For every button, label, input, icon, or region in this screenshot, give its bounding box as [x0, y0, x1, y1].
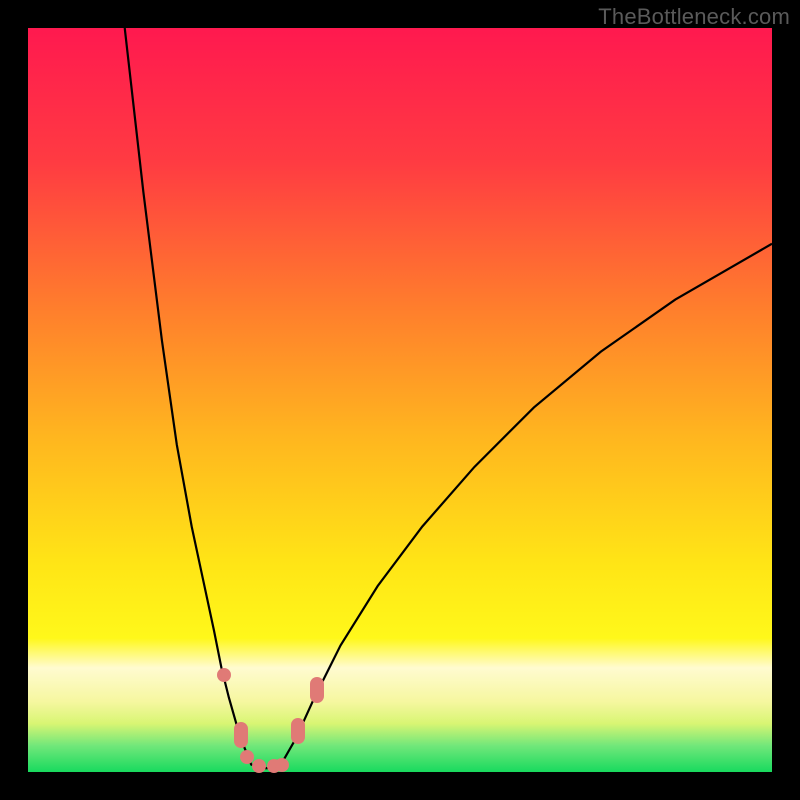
plot-area	[28, 28, 772, 772]
data-marker	[310, 677, 324, 703]
data-marker	[217, 668, 231, 682]
data-marker	[252, 759, 266, 773]
watermark-text: TheBottleneck.com	[598, 4, 790, 30]
data-marker	[234, 722, 248, 748]
data-marker	[291, 718, 305, 744]
bottleneck-curve	[28, 28, 772, 772]
data-marker	[275, 758, 289, 772]
